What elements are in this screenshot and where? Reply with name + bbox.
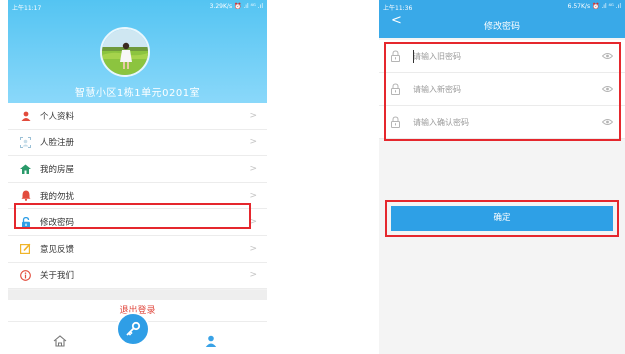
menu-item-profile[interactable]: 个人资料 > [8, 103, 267, 130]
chevron-right-icon: > [249, 163, 257, 174]
avatar-image [102, 29, 148, 75]
lock-icon [20, 216, 31, 228]
page-title: 修改密码 [483, 22, 520, 32]
status-bar: 上午11:36 6.57K/s ⏰ .ıl ⁴ᴳ .ıl [379, 0, 625, 12]
section-gap [8, 290, 267, 300]
status-time: 上午11:36 [383, 5, 413, 12]
confirm-password-input[interactable] [413, 112, 602, 132]
status-time: 上午11:17 [12, 5, 42, 12]
face-scan-icon [20, 136, 31, 148]
menu-label: 我的勿扰 [40, 191, 75, 202]
chevron-right-icon: > [249, 270, 257, 281]
old-password-input[interactable] [413, 46, 602, 66]
avatar[interactable] [100, 27, 150, 77]
screenshot-stage: 上午11:17 3.29K/s ⏰ .ıl ⁴ᴳ .ıl 智慧小区1栋1单元02… [0, 0, 625, 354]
address-label: 智慧小区1栋1单元0201室 [74, 88, 201, 99]
menu-item-about-us[interactable]: 关于我们 > [8, 263, 267, 290]
menu-item-my-house[interactable]: 我的房屋 > [8, 156, 267, 183]
profile-screen: 上午11:17 3.29K/s ⏰ .ıl ⁴ᴳ .ıl 智慧小区1栋1单元02… [8, 0, 267, 354]
lock-icon [391, 83, 400, 95]
profile-menu: 个人资料 > 人脸注册 > 我的房屋 > 我的勿扰 > 修改密码 > 意见反馈 … [8, 103, 267, 290]
unlock-key-button[interactable] [116, 312, 150, 346]
chevron-right-icon: > [249, 110, 257, 121]
new-password-input[interactable] [413, 79, 602, 99]
key-icon [126, 321, 141, 336]
tab-me[interactable]: 我 [181, 332, 241, 354]
lock-icon [391, 50, 400, 62]
person-icon [20, 110, 31, 121]
menu-label: 我的房屋 [40, 164, 75, 175]
confirm-button[interactable]: 确定 [391, 206, 613, 231]
chevron-right-icon: > [249, 243, 257, 254]
chevron-right-icon: > [249, 190, 257, 201]
user-icon [205, 335, 217, 347]
change-password-screen: 上午11:36 6.57K/s ⏰ .ıl ⁴ᴳ .ıl < 修改密码 确定 [379, 0, 625, 354]
house-icon [20, 163, 31, 174]
home-icon [53, 335, 67, 347]
chevron-right-icon: > [249, 217, 257, 228]
menu-label: 意见反馈 [40, 244, 75, 255]
menu-label: 人脸注册 [40, 138, 75, 149]
text-cursor [413, 50, 414, 63]
menu-label: 关于我们 [40, 271, 75, 282]
password-form [379, 40, 625, 139]
info-icon [20, 270, 31, 281]
bottom-tab-bar: 首页 我 [8, 312, 267, 354]
tab-home[interactable]: 首页 [30, 332, 90, 354]
confirm-password-row [379, 106, 625, 139]
menu-label: 修改密码 [40, 218, 75, 229]
status-indicators: 3.29K/s ⏰ .ıl ⁴ᴳ .ıl [209, 3, 263, 10]
nav-bar: 上午11:36 6.57K/s ⏰ .ıl ⁴ᴳ .ıl < 修改密码 [379, 0, 625, 38]
status-bar: 上午11:17 3.29K/s ⏰ .ıl ⁴ᴳ .ıl [8, 0, 267, 12]
chevron-right-icon: > [249, 137, 257, 148]
menu-item-change-password[interactable]: 修改密码 > [8, 209, 267, 236]
eye-icon[interactable] [602, 52, 613, 60]
menu-item-feedback[interactable]: 意见反馈 > [8, 236, 267, 263]
lock-icon [391, 116, 400, 128]
bell-icon [20, 190, 31, 201]
menu-item-do-not-disturb[interactable]: 我的勿扰 > [8, 183, 267, 210]
new-password-row [379, 73, 625, 106]
menu-label: 个人资料 [40, 111, 75, 122]
menu-item-face-register[interactable]: 人脸注册 > [8, 130, 267, 157]
eye-icon[interactable] [602, 85, 613, 93]
status-indicators: 6.57K/s ⏰ .ıl ⁴ᴳ .ıl [567, 3, 621, 10]
old-password-row [379, 40, 625, 73]
edit-icon [20, 243, 31, 255]
profile-header: 上午11:17 3.29K/s ⏰ .ıl ⁴ᴳ .ıl 智慧小区1栋1单元02… [8, 0, 267, 103]
eye-icon[interactable] [602, 118, 613, 126]
